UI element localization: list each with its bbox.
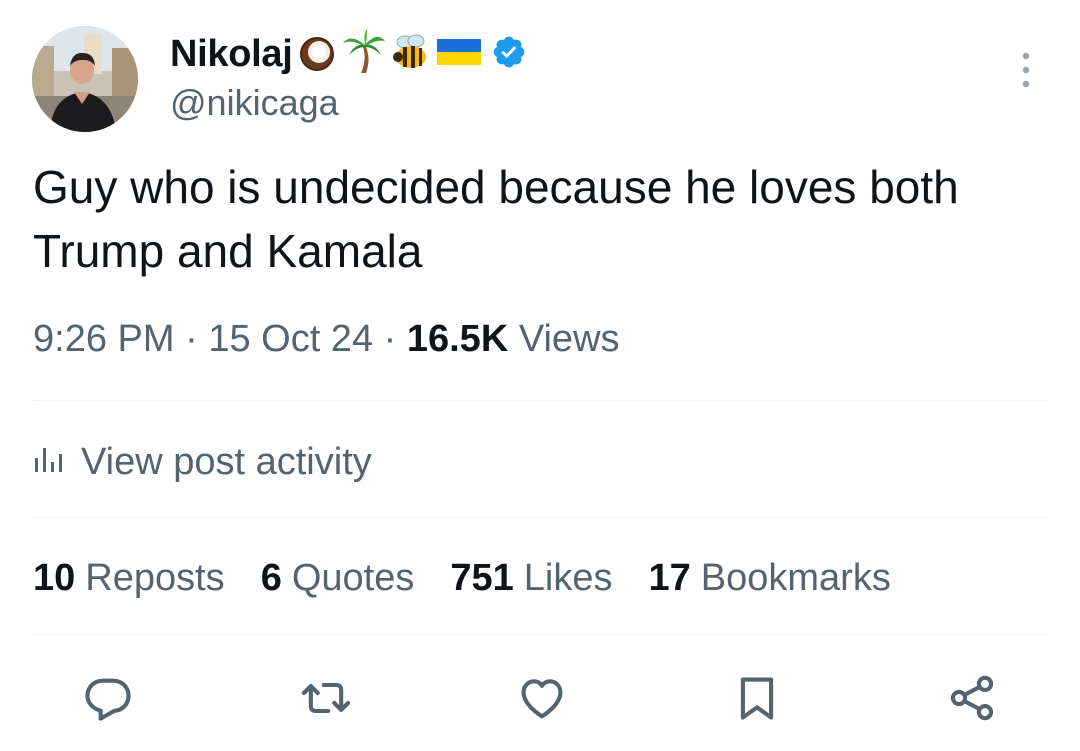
- bookmarks-count: 17: [648, 556, 691, 599]
- coconut-icon: [295, 30, 339, 79]
- quotes-count: 6: [260, 556, 282, 599]
- quotes-stat[interactable]: 6 Quotes: [261, 557, 415, 600]
- meta-separator: ·: [185, 318, 198, 360]
- view-post-activity-link[interactable]: View post activity: [33, 436, 372, 488]
- reply-icon[interactable]: [82, 672, 134, 724]
- views-label: Views: [518, 318, 620, 360]
- palm-tree-icon: [341, 28, 387, 80]
- display-name[interactable]: Nikolaj: [170, 33, 293, 76]
- share-icon[interactable]: [946, 672, 998, 724]
- post-date[interactable]: 15 Oct 24: [208, 318, 373, 360]
- like-icon[interactable]: [516, 672, 568, 724]
- likes-count: 751: [450, 556, 514, 599]
- bookmarks-label: Bookmarks: [700, 556, 891, 599]
- bookmark-icon[interactable]: [731, 672, 783, 724]
- view-post-activity-label: View post activity: [81, 440, 372, 483]
- user-handle[interactable]: @nikicaga: [170, 82, 339, 124]
- post-meta: 9:26 PM · 15 Oct 24 · 16.5K Views: [33, 318, 620, 361]
- post-text: Guy who is undecided because he loves bo…: [33, 161, 959, 277]
- more-options-icon[interactable]: [1011, 50, 1041, 90]
- ukraine-flag-icon: [435, 35, 483, 74]
- verified-badge-icon[interactable]: [491, 34, 527, 75]
- name-row: Nikolaj: [170, 28, 527, 80]
- tweet: Nikolaj @nikicaga Guy who is undecided b…: [0, 0, 1080, 751]
- divider: [33, 634, 1048, 635]
- repost-icon[interactable]: [300, 672, 352, 724]
- likes-stat[interactable]: 751 Likes: [450, 557, 612, 600]
- quotes-label: Quotes: [291, 556, 415, 599]
- reposts-stat[interactable]: 10 Reposts: [33, 557, 225, 600]
- bar-chart-icon: [33, 441, 65, 484]
- reposts-label: Reposts: [85, 556, 225, 599]
- engagement-stats: 10 Reposts 6 Quotes 751 Likes 17 Bookmarks: [33, 552, 927, 604]
- avatar[interactable]: [32, 26, 138, 132]
- divider: [33, 400, 1048, 401]
- name-emojis: [295, 28, 485, 80]
- views-count: 16.5K: [406, 318, 509, 360]
- bee-icon: [389, 30, 433, 79]
- reposts-count: 10: [33, 556, 76, 599]
- divider: [33, 517, 1048, 518]
- post-time[interactable]: 9:26 PM: [33, 318, 175, 360]
- meta-separator: ·: [383, 318, 397, 360]
- bookmarks-stat[interactable]: 17 Bookmarks: [648, 557, 890, 600]
- likes-label: Likes: [523, 556, 613, 599]
